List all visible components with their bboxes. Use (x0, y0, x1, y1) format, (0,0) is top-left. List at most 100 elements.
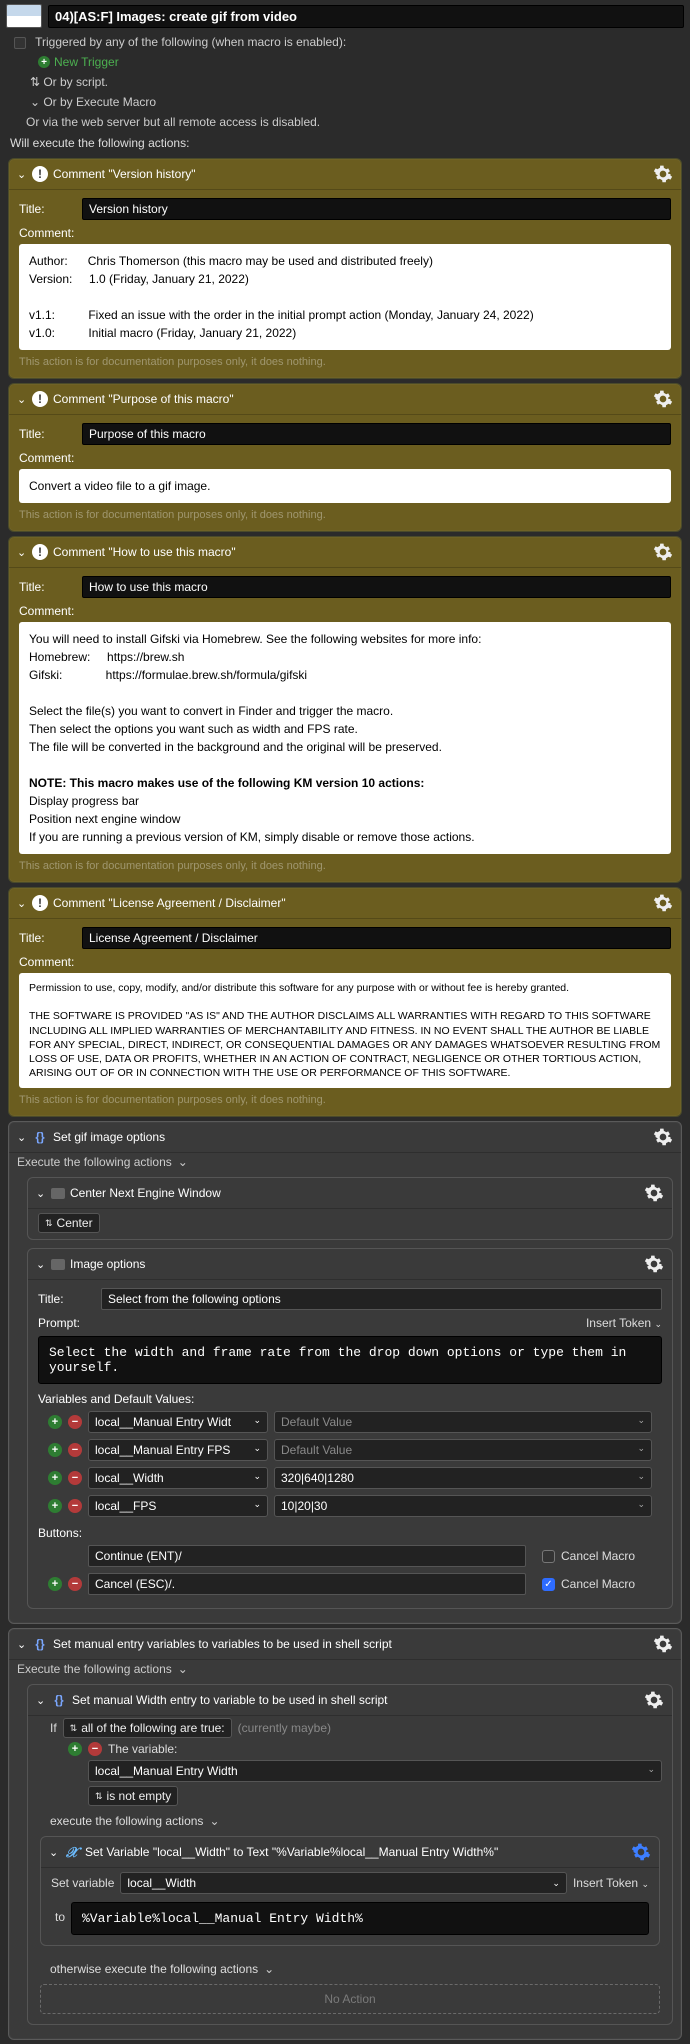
no-action-dropzone[interactable]: No Action (40, 1984, 660, 2014)
disclosure-icon[interactable]: ⌄ (36, 1187, 46, 1200)
button-label-input[interactable] (88, 1545, 526, 1567)
group-icon: {} (32, 1129, 48, 1145)
comment-icon: ! (32, 391, 48, 407)
var-value-input[interactable]: Default Value⌄ (274, 1439, 652, 1461)
remove-var-button[interactable]: − (68, 1471, 82, 1485)
action-center-next-engine-window[interactable]: ⌄ Center Next Engine Window ⇅Center (27, 1177, 673, 1240)
new-trigger-button[interactable]: + New Trigger (38, 55, 680, 69)
disclosure-icon[interactable]: ⌄ (49, 1846, 59, 1859)
gear-icon[interactable] (644, 1183, 664, 1203)
add-var-button[interactable]: + (48, 1499, 62, 1513)
add-var-button[interactable]: + (48, 1471, 62, 1485)
disclosure-icon[interactable]: ⌄ (36, 1258, 46, 1271)
title-label: Title: (19, 202, 74, 216)
set-variable-value-textarea[interactable]: %Variable%local__Manual Entry Width% (71, 1902, 649, 1935)
trigger-header-label: Triggered by any of the following (when … (35, 35, 346, 49)
macro-icon[interactable] (6, 4, 42, 28)
action-set-variable-local-width[interactable]: ⌄ 𝒳 Set Variable "local__Width" to Text … (40, 1836, 660, 1946)
button-label-input[interactable] (88, 1573, 526, 1595)
comment-footer: This action is for documentation purpose… (19, 1088, 671, 1106)
insert-token-button[interactable]: Insert Token ⌄ (586, 1316, 662, 1330)
comment-body[interactable]: Convert a video file to a gif image. (19, 469, 671, 503)
comment-label: Comment: (19, 955, 671, 969)
condition-variable-select[interactable]: local__Manual Entry Width⌄ (88, 1760, 662, 1782)
comment-title-input[interactable] (82, 927, 671, 949)
comment-body[interactable]: Permission to use, copy, modify, and/or … (19, 973, 671, 1088)
gear-icon[interactable] (653, 164, 673, 184)
disclosure-icon[interactable]: ⌄ (17, 168, 27, 181)
disclosure-icon[interactable]: ⌄ (17, 1131, 27, 1144)
title-label: Title: (19, 580, 74, 594)
comment-title-input[interactable] (82, 423, 671, 445)
gear-icon[interactable] (653, 893, 673, 913)
remove-var-button[interactable]: − (68, 1443, 82, 1457)
comment-action-version-history[interactable]: ⌄ ! Comment "Version history" Title: Com… (8, 158, 682, 379)
insert-token-button[interactable]: Insert Token ⌄ (573, 1876, 649, 1890)
comment-title-input[interactable] (82, 198, 671, 220)
add-var-button[interactable]: + (48, 1415, 62, 1429)
group-set-gif-image-options[interactable]: ⌄ {} Set gif image options Execute the f… (8, 1121, 682, 1624)
comment-footer: This action is for documentation purpose… (19, 503, 671, 521)
center-select[interactable]: ⇅Center (38, 1213, 100, 1233)
the-variable-label: The variable: (108, 1742, 177, 1756)
group-icon: {} (51, 1692, 67, 1708)
var-value-input[interactable]: 320|640|1280⌄ (274, 1467, 652, 1489)
remove-var-button[interactable]: − (68, 1499, 82, 1513)
add-button-button[interactable]: + (48, 1577, 62, 1591)
comment-footer: This action is for documentation purpose… (19, 854, 671, 872)
var-name-select[interactable]: local__FPS⌄ (88, 1495, 268, 1517)
gear-icon[interactable] (653, 542, 673, 562)
add-var-button[interactable]: + (48, 1443, 62, 1457)
var-value-input[interactable]: 10|20|30⌄ (274, 1495, 652, 1517)
gear-icon[interactable] (644, 1254, 664, 1274)
cancel-macro-checkbox[interactable]: Cancel Macro (542, 1577, 652, 1591)
var-value-input[interactable]: Default Value⌄ (274, 1411, 652, 1433)
gear-icon[interactable] (631, 1842, 651, 1862)
comment-body[interactable]: You will need to install Gifski via Home… (19, 622, 671, 854)
comment-body[interactable]: Author: Chris Thomerson (this macro may … (19, 244, 671, 350)
gear-icon[interactable] (653, 389, 673, 409)
remove-condition-button[interactable]: − (88, 1742, 102, 1756)
chevron-down-icon[interactable]: ⌄ (264, 1962, 274, 1976)
add-condition-button[interactable]: + (68, 1742, 82, 1756)
is-not-empty-select[interactable]: ⇅is not empty (88, 1786, 178, 1806)
trigger-enabled-checkbox[interactable] (14, 37, 26, 49)
remove-var-button[interactable]: − (68, 1415, 82, 1429)
comment-title-input[interactable] (82, 576, 671, 598)
comment-action-purpose[interactable]: ⌄ ! Comment "Purpose of this macro" Titl… (8, 383, 682, 532)
set-variable-name-select[interactable]: local__Width⌄ (120, 1872, 567, 1894)
all-following-select[interactable]: ⇅all of the following are true: (63, 1718, 232, 1738)
disclosure-icon[interactable]: ⌄ (17, 897, 27, 910)
action-if-manual-width-entry[interactable]: ⌄ {} Set manual Width entry to variable … (27, 1684, 673, 2025)
group-icon: {} (32, 1636, 48, 1652)
or-by-execute-toggle[interactable]: ⌄ Or by Execute Macro (0, 92, 690, 112)
chevron-down-icon[interactable]: ⌄ (178, 1662, 188, 1676)
action-image-options[interactable]: ⌄ Image options Title: Prompt: Insert To… (27, 1248, 673, 1609)
comment-action-howto[interactable]: ⌄ ! Comment "How to use this macro" Titl… (8, 536, 682, 883)
window-icon (51, 1188, 65, 1199)
buttons-label: Buttons: (38, 1520, 662, 1542)
macro-title-input[interactable] (48, 5, 684, 28)
var-name-select[interactable]: local__Width⌄ (88, 1467, 268, 1489)
action-head-label: Comment "Version history" (53, 167, 196, 181)
or-by-script-toggle[interactable]: ⇅ Or by script. (0, 72, 690, 92)
prompt-textarea[interactable]: Select the width and frame rate from the… (38, 1336, 662, 1384)
variable-row: +−local__Width⌄ 320|640|1280⌄ (38, 1464, 662, 1492)
var-name-select[interactable]: local__Manual Entry Widt⌄ (88, 1411, 268, 1433)
cancel-macro-checkbox[interactable]: Cancel Macro (542, 1549, 652, 1563)
chevron-down-icon[interactable]: ⌄ (209, 1814, 219, 1828)
gear-icon[interactable] (644, 1690, 664, 1710)
prompt-title-input[interactable] (101, 1288, 662, 1310)
remove-button-button[interactable]: − (68, 1577, 82, 1591)
button-definition-row: +− Cancel Macro (38, 1570, 662, 1598)
disclosure-icon[interactable]: ⌄ (17, 1638, 27, 1651)
disclosure-icon[interactable]: ⌄ (17, 393, 27, 406)
chevron-down-icon[interactable]: ⌄ (178, 1155, 188, 1169)
gear-icon[interactable] (653, 1634, 673, 1654)
gear-icon[interactable] (653, 1127, 673, 1147)
disclosure-icon[interactable]: ⌄ (17, 546, 27, 559)
disclosure-icon[interactable]: ⌄ (36, 1694, 46, 1707)
comment-action-license[interactable]: ⌄ ! Comment "License Agreement / Disclai… (8, 887, 682, 1117)
var-name-select[interactable]: local__Manual Entry FPS⌄ (88, 1439, 268, 1461)
group-set-manual-entry-vars[interactable]: ⌄ {} Set manual entry variables to varia… (8, 1628, 682, 2040)
